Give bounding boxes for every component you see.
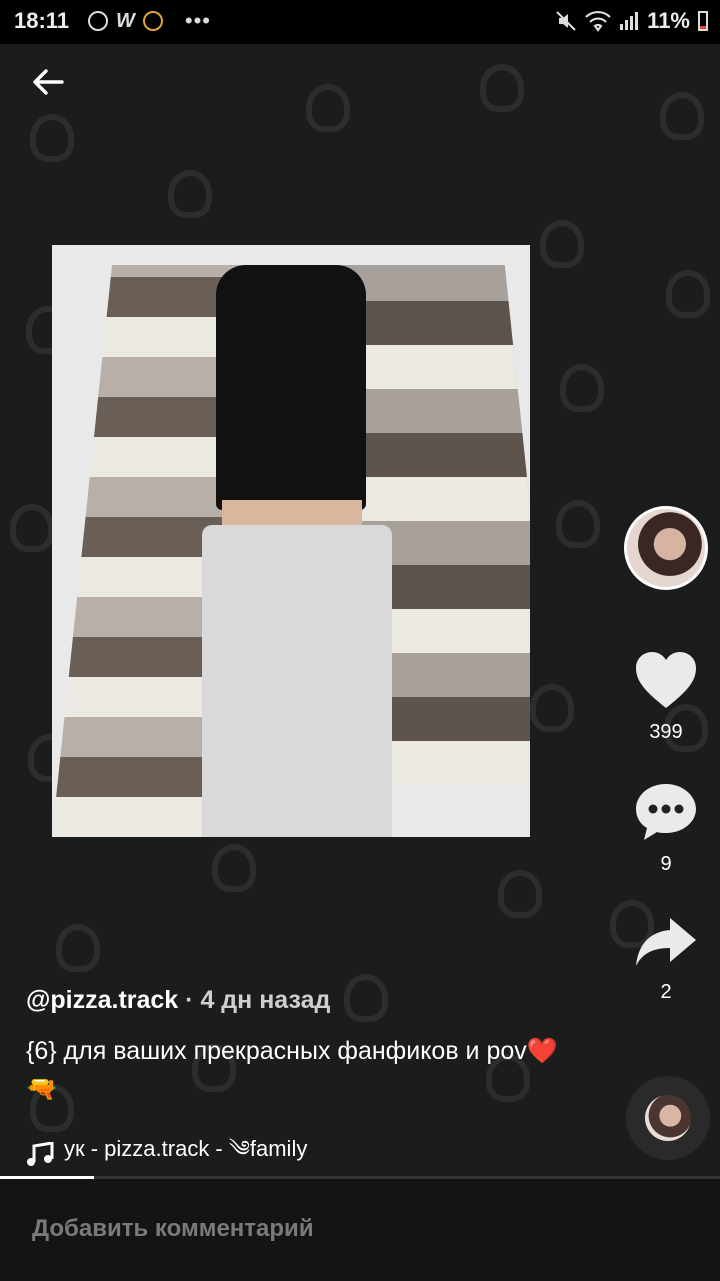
comment-count: 9 [660,853,672,875]
music-disc[interactable] [626,1076,710,1160]
heart-icon[interactable] [634,650,698,710]
signal-icon [620,12,639,30]
more-notifications-icon: ••• [184,8,211,33]
video-progress-bar[interactable] [0,1176,720,1179]
status-time: 18:11 [14,8,70,33]
battery-icon [698,11,708,31]
share-count: 2 [660,981,672,1003]
comment-input-placeholder[interactable]: Добавить комментарий [32,1215,314,1243]
notification-icon [88,11,108,31]
comment-bubble-icon[interactable] [634,782,698,842]
video-progress-fill [0,1176,94,1179]
battery-percent: 11% [647,8,690,33]
wifi-icon [585,10,611,32]
music-disc-cover [645,1095,691,1141]
share-action[interactable]: 2 [624,914,708,1004]
comment-bar[interactable]: Добавить комментарий [0,1178,720,1281]
status-right: 11% [555,8,708,34]
like-count: 399 [649,721,683,743]
notification-icons: W ••• [88,8,211,34]
share-arrow-icon[interactable] [634,914,698,970]
author-avatar[interactable] [624,506,708,590]
back-arrow-icon[interactable] [28,62,68,102]
post-time: · 4 дн назад [185,986,331,1014]
author-line: @pizza.track · 4 дн назад [26,986,330,1015]
status-bar: 18:11 W ••• 11% [0,0,720,44]
w-app-icon: W [116,9,135,32]
app-badge-icon [142,11,163,31]
music-note-icon [27,1142,54,1166]
mute-icon [556,11,576,31]
video-caption: {6} для ваших прекрасных фанфиков и pov❤… [26,1037,558,1103]
video-frame-photo [52,245,530,837]
comment-action[interactable]: 9 [624,782,708,876]
like-action[interactable]: 399 [624,650,708,744]
author-username[interactable]: @pizza.track [26,986,178,1014]
